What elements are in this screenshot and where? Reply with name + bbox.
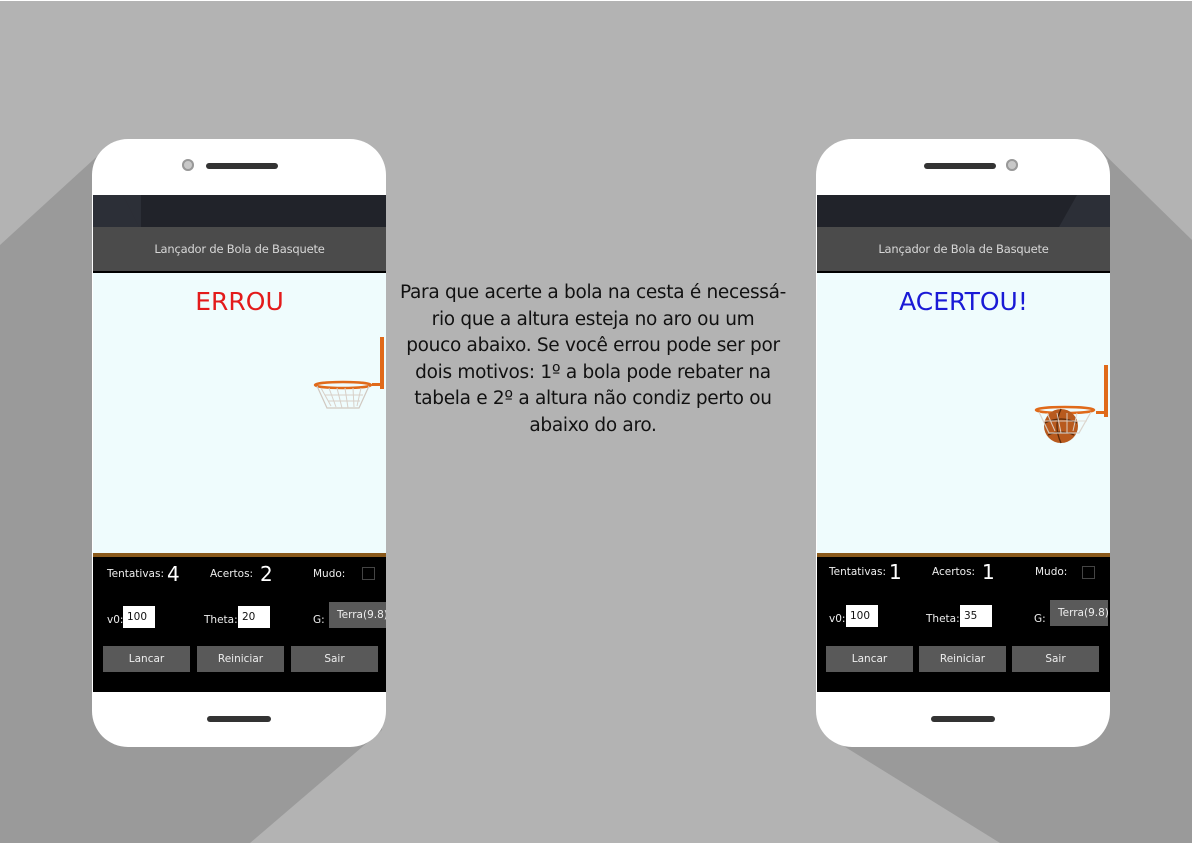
reiniciar-button[interactable]: Reiniciar <box>919 646 1006 672</box>
game-court[interactable]: ACERTOU! <box>817 273 1110 553</box>
acertos-value: 1 <box>982 560 995 584</box>
status-bar <box>93 195 386 227</box>
tentativas-label: Tentativas: <box>829 566 886 578</box>
explanation-line-5: tabela e 2º a altura não condiz perto ou <box>414 388 772 409</box>
explanation-line-1: Para que acerte a bola na cesta é necess… <box>399 282 787 303</box>
app-title-bar: Lançador de Bola de Basquete <box>817 227 1110 271</box>
phone-screen: Lançador de Bola de Basquete ACERTOU! Te… <box>817 195 1110 692</box>
tentativas-value: 1 <box>889 560 902 584</box>
theta-label: Theta: <box>204 614 238 626</box>
acertos-value: 2 <box>260 562 273 586</box>
theta-input[interactable]: 35 <box>960 605 992 627</box>
mudo-checkbox[interactable] <box>1082 566 1095 579</box>
phone-left: Lançador de Bola de Basquete ERROU Tenta… <box>92 139 386 747</box>
theta-input[interactable]: 20 <box>238 606 270 628</box>
control-panel: Tentativas: 1 Acertos: 1 Mudo: v0: 100 T… <box>817 557 1110 692</box>
home-bar-icon[interactable] <box>931 716 995 722</box>
phone-screen: Lançador de Bola de Basquete ERROU Tenta… <box>93 195 386 692</box>
lancar-button[interactable]: Lancar <box>103 646 190 672</box>
app-title: Lançador de Bola de Basquete <box>878 242 1049 256</box>
basketball-icon <box>1044 409 1078 443</box>
acertos-label: Acertos: <box>932 566 976 578</box>
mudo-label: Mudo: <box>313 568 346 580</box>
status-bar <box>817 195 1110 227</box>
explanation-text: Para que acerte a bola na cesta é necess… <box>398 280 788 439</box>
status-bar-shape <box>93 195 139 227</box>
app-title: Lançador de Bola de Basquete <box>154 242 325 256</box>
v0-input[interactable]: 100 <box>123 606 155 628</box>
app-title-bar: Lançador de Bola de Basquete <box>93 227 386 271</box>
g-label: G: <box>313 614 325 626</box>
camera-icon <box>182 159 194 171</box>
sair-button[interactable]: Sair <box>291 646 378 672</box>
control-panel: Tentativas: 4 Acertos: 2 Mudo: v0: 100 T… <box>93 557 386 692</box>
home-bar-icon[interactable] <box>207 716 271 722</box>
explanation-line-4: dois motivos: 1º a bola pode rebater na <box>415 361 771 383</box>
mudo-label: Mudo: <box>1035 566 1068 578</box>
basketball-hoop-icon <box>1034 365 1108 444</box>
gravity-select[interactable]: Terra(9.8) <box>329 602 386 628</box>
game-court[interactable]: ERROU <box>93 273 386 553</box>
mudo-checkbox[interactable] <box>362 567 375 580</box>
v0-label: v0: <box>829 613 846 625</box>
basketball-hoop-icon <box>313 337 384 409</box>
theta-label: Theta: <box>926 613 960 625</box>
g-label: G: <box>1034 613 1046 625</box>
lancar-button[interactable]: Lancar <box>826 646 913 672</box>
camera-icon <box>1006 159 1018 171</box>
reiniciar-button[interactable]: Reiniciar <box>197 646 284 672</box>
speaker-icon <box>206 163 278 169</box>
explanation-line-2: rio que a altura esteja no aro ou um <box>431 308 755 330</box>
gravity-select[interactable]: Terra(9.8) <box>1050 600 1109 626</box>
phone-right: Lançador de Bola de Basquete ACERTOU! Te… <box>816 139 1110 747</box>
v0-input[interactable]: 100 <box>846 605 878 627</box>
speaker-icon <box>924 163 996 169</box>
tentativas-label: Tentativas: <box>107 568 164 580</box>
tentativas-value: 4 <box>167 562 180 586</box>
status-bar-shape <box>1059 195 1110 227</box>
acertos-label: Acertos: <box>210 568 254 580</box>
explanation-line-6: abaixo do aro. <box>529 414 657 436</box>
sair-button[interactable]: Sair <box>1012 646 1099 672</box>
v0-label: v0: <box>107 614 124 626</box>
explanation-line-3: pouco abaixo. Se você errou pode ser por <box>406 335 780 356</box>
